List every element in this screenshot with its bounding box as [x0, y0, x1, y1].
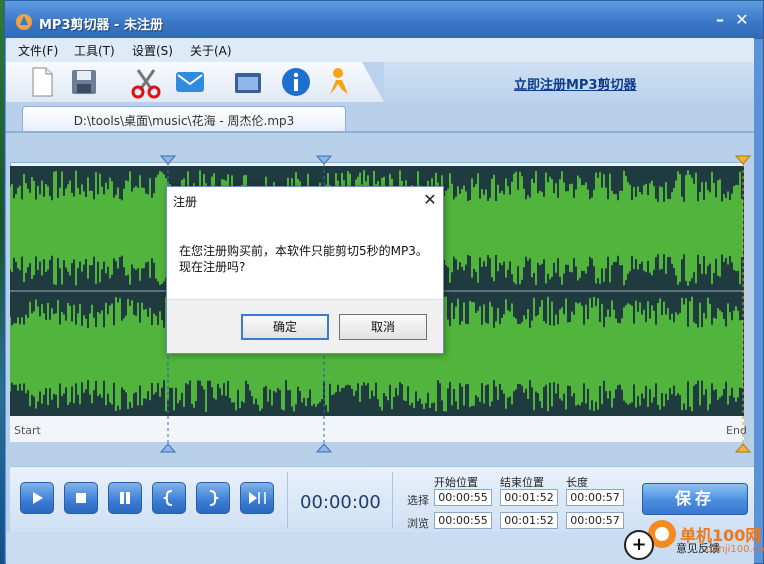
divider — [392, 472, 393, 528]
toolbar-register-area: 立即注册MP3剪切器 — [384, 62, 754, 102]
dialog-message: 在您注册购买前，本软件只能剪切5秒的MP3。 现在注册吗? — [179, 243, 439, 275]
register-dialog: 注册 ✕ 在您注册购买前，本软件只能剪切5秒的MP3。 现在注册吗? 确定 取消 — [166, 186, 444, 354]
title-bar[interactable]: MP3剪切器 - 未注册 – ✕ — [5, 1, 763, 39]
file-tab-label: D:\tools\桌面\music\花海 - 周杰伦.mp3 — [73, 114, 295, 128]
pause-icon — [120, 492, 130, 504]
ok-button[interactable]: 确定 — [241, 314, 329, 340]
play-selection-button[interactable] — [240, 482, 274, 514]
time-display: 00:00:00 — [300, 492, 381, 513]
select-start-field[interactable]: 00:00:55 — [434, 489, 492, 506]
mark-start-button[interactable] — [152, 482, 186, 514]
play-button[interactable] — [20, 482, 54, 514]
waveform-ruler — [10, 416, 744, 442]
length-header: 长度 — [566, 476, 588, 489]
start-label: Start — [14, 424, 41, 437]
file-tab[interactable]: D:\tools\桌面\music\花海 - 周杰伦.mp3 — [22, 106, 346, 132]
play-selection-icon — [249, 492, 266, 504]
mark-end-icon — [209, 490, 220, 506]
dialog-footer: 确定 取消 — [167, 299, 443, 353]
window-icon[interactable] — [230, 64, 266, 100]
dialog-title: 注册 — [173, 195, 198, 209]
dialog-message-line2: 现在注册吗? — [179, 260, 246, 274]
mark-end-button[interactable] — [196, 482, 230, 514]
tab-divider — [6, 131, 754, 133]
preview-end-field[interactable]: 00:01:52 — [500, 512, 558, 529]
info-icon[interactable] — [278, 64, 314, 100]
pause-button[interactable] — [108, 482, 142, 514]
stop-button[interactable] — [64, 482, 98, 514]
stop-icon — [76, 493, 86, 503]
new-file-icon[interactable] — [24, 64, 60, 100]
app-logo-icon — [16, 14, 32, 30]
window-title: MP3剪切器 - 未注册 — [39, 18, 163, 33]
save-disk-icon[interactable] — [66, 64, 102, 100]
end-position-header: 结束位置 — [500, 476, 544, 489]
minimize-icon[interactable]: – — [711, 12, 729, 28]
cancel-button[interactable]: 取消 — [339, 314, 427, 340]
email-icon[interactable] — [172, 64, 208, 100]
feedback-label[interactable]: 意见反馈 — [676, 540, 720, 556]
menu-file[interactable]: 文件(F) — [18, 42, 58, 59]
menu-tools[interactable]: 工具(T) — [74, 42, 115, 59]
dialog-message-line1: 在您注册购买前，本软件只能剪切5秒的MP3。 — [179, 244, 428, 258]
select-row-label: 选择 — [407, 494, 429, 507]
toolbar: 立即注册MP3剪切器 — [6, 62, 754, 102]
select-length-field[interactable]: 00:00:57 — [566, 489, 624, 506]
divider — [287, 472, 288, 528]
menu-settings[interactable]: 设置(S) — [132, 42, 173, 59]
mark-start-icon — [162, 490, 173, 506]
start-position-header: 开始位置 — [434, 476, 478, 489]
end-position-marker[interactable] — [734, 154, 752, 454]
menu-about[interactable]: 关于(A) — [190, 42, 232, 59]
save-button[interactable]: 保存 — [642, 483, 748, 515]
menu-bar: 文件(F) 工具(T) 设置(S) 关于(A) — [6, 38, 754, 62]
toolbar-divider — [362, 62, 384, 102]
preview-row-label: 浏览 — [407, 517, 429, 530]
select-end-field[interactable]: 00:01:52 — [500, 489, 558, 506]
feedback-icon[interactable]: + — [624, 530, 654, 560]
preview-length-field[interactable]: 00:00:57 — [566, 512, 624, 529]
toolbar-tools — [6, 62, 384, 102]
scissors-icon[interactable] — [128, 64, 164, 100]
close-icon[interactable]: ✕ — [733, 12, 751, 28]
close-icon[interactable]: ✕ — [421, 191, 439, 209]
register-link[interactable]: 立即注册MP3剪切器 — [514, 74, 637, 93]
play-icon — [33, 492, 43, 504]
person-icon[interactable] — [320, 64, 356, 100]
preview-start-field[interactable]: 00:00:55 — [434, 512, 492, 529]
